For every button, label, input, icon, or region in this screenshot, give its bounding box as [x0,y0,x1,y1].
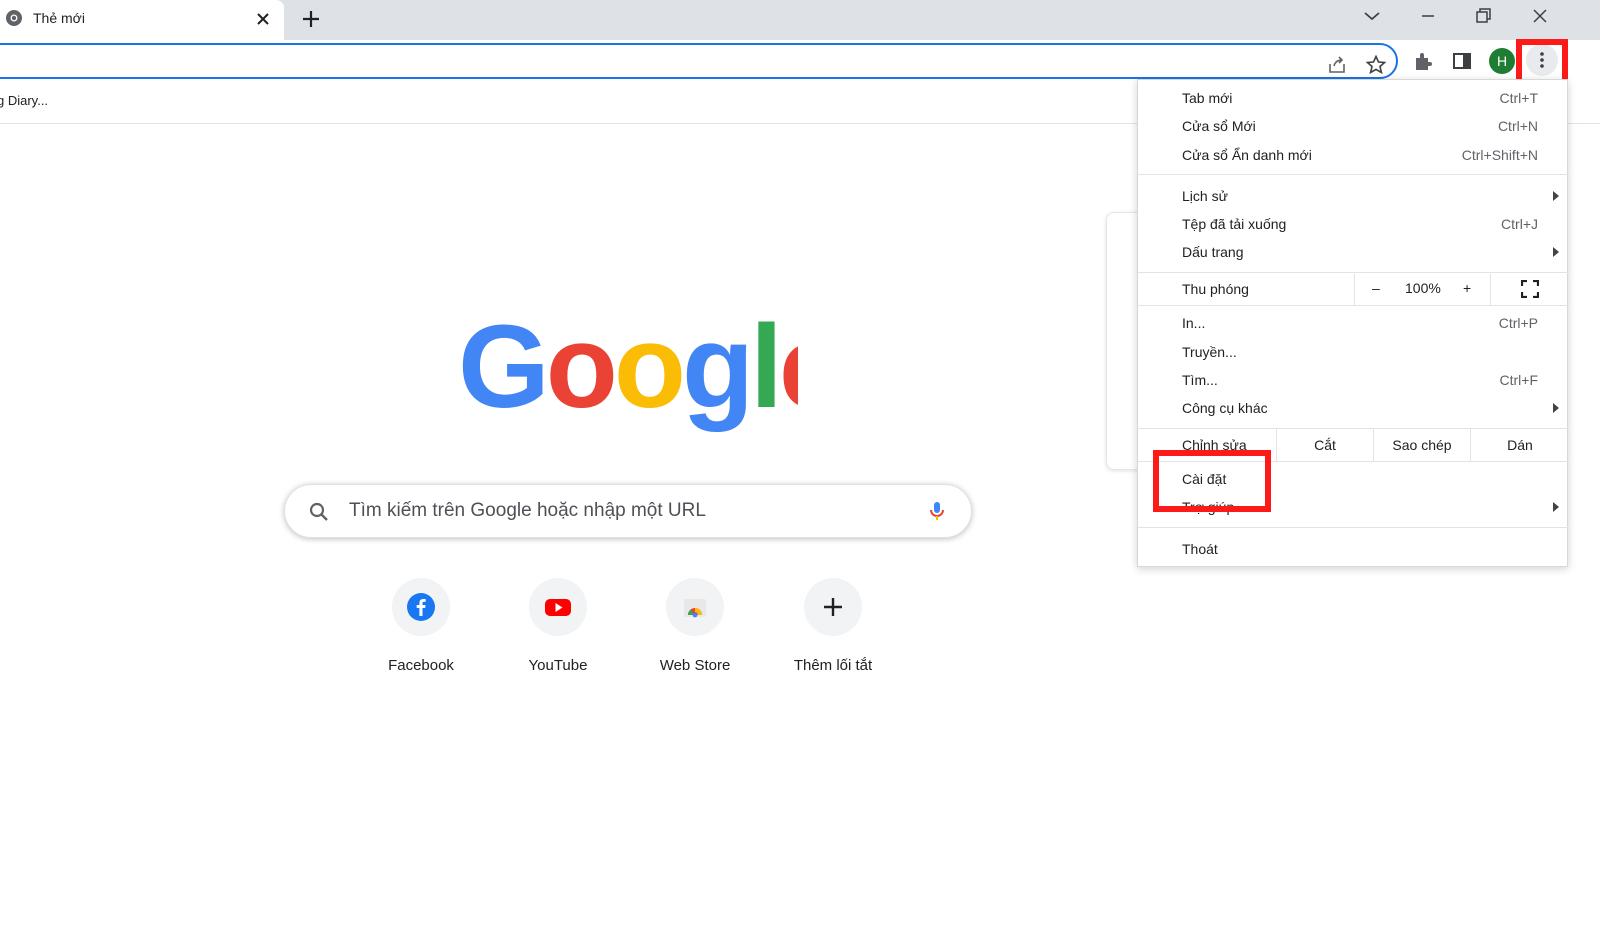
menu-item-downloads[interactable]: Tệp đã tải xuống Ctrl+J [1138,211,1569,239]
shortcut-label: YouTube [528,657,588,674]
shortcut-label: Web Store [659,657,731,674]
tab-strip: Thẻ mới [0,0,1600,40]
menu-item-shortcut: Ctrl+T [1499,90,1539,106]
menu-item-incognito[interactable]: Cửa sổ Ẩn danh mới Ctrl+Shift+N [1138,142,1569,170]
zoom-row: Thu phóng – 100% + [1138,274,1569,305]
menu-item-exit[interactable]: Thoát [1138,536,1569,564]
submenu-arrow-icon [1553,403,1559,413]
shortcut-label: Facebook [388,657,454,674]
restore-icon[interactable] [1467,4,1499,28]
submenu-arrow-icon [1553,502,1559,512]
shortcut-label: Thêm lối tắt [793,657,873,674]
search-placeholder: Tìm kiếm trên Google hoặc nhập một URL [349,500,706,521]
tab-title: Thẻ mới [33,10,85,26]
submenu-arrow-icon [1553,247,1559,257]
tab-new-tab[interactable]: Thẻ mới [0,0,284,40]
menu-item-shortcut: Ctrl+N [1497,118,1538,134]
youtube-icon [545,599,571,616]
facebook-icon [407,593,435,621]
shortcut-tile [529,578,587,636]
submenu-arrow-icon [1553,191,1559,201]
menu-item-label: In... [1182,315,1206,331]
menu-item-label: Lịch sử [1182,188,1228,204]
menu-item-label: Công cụ khác [1182,400,1268,416]
zoom-in-button[interactable]: + [1463,280,1471,296]
zoom-label: Thu phóng [1182,281,1249,297]
menu-item-label: Truyền... [1182,344,1237,360]
search-icon [309,502,328,521]
menu-divider [1138,527,1569,528]
plus-icon [824,598,842,616]
menu-item-bookmarks[interactable]: Dấu trang [1138,239,1569,267]
bookmark-item[interactable]: g Diary... [0,93,48,108]
web-store-icon [684,599,706,618]
shortcut-tile [392,578,450,636]
profile-avatar[interactable]: H [1489,48,1515,74]
shortcut-add[interactable]: Thêm lối tắt [777,578,889,688]
share-icon[interactable] [1326,54,1348,76]
menu-item-new-tab[interactable]: Tab mới Ctrl+T [1138,85,1569,113]
tab-search-icon[interactable] [1356,4,1388,28]
toolbar: H [0,40,1600,82]
minimize-icon[interactable] [1412,4,1444,28]
paste-button[interactable]: Dán [1470,429,1569,461]
settings-highlight [1153,450,1271,512]
close-tab-icon[interactable] [252,8,274,30]
shortcut-facebook[interactable]: Facebook [365,578,477,688]
menu-item-shortcut: Ctrl+F [1499,372,1539,388]
chrome-icon [6,10,22,26]
shortcut-tile [804,578,862,636]
google-logo: Google [458,310,798,433]
shortcut-web-store[interactable]: Web Store [639,578,751,688]
zoom-value: 100% [1405,280,1441,296]
copy-button[interactable]: Sao chép [1373,429,1470,461]
menu-item-label: Tab mới [1182,90,1233,106]
zoom-out-button[interactable]: – [1372,280,1380,296]
shortcut-tile [666,578,724,636]
menu-item-label: Dấu trang [1182,244,1244,260]
menu-divider [1138,174,1569,175]
address-bar[interactable] [0,43,1398,79]
fullscreen-button[interactable] [1490,274,1569,305]
extensions-icon[interactable] [1411,49,1435,73]
menu-item-label: Cửa sổ Mới [1182,118,1256,134]
search-box[interactable]: Tìm kiếm trên Google hoặc nhập một URL [284,484,972,538]
menu-divider [1138,305,1569,306]
menu-item-new-window[interactable]: Cửa sổ Mới Ctrl+N [1138,113,1569,141]
side-panel-icon[interactable] [1450,49,1474,73]
menu-item-print[interactable]: In... Ctrl+P [1138,310,1569,338]
menu-item-more-tools[interactable]: Công cụ khác [1138,395,1569,423]
svg-text:Google: Google [458,310,798,433]
menu-item-shortcut: Ctrl+J [1501,216,1538,232]
menu-item-label: Cửa sổ Ẩn danh mới [1182,147,1312,163]
menu-item-label: Tìm... [1182,372,1218,388]
menu-item-label: Thoát [1182,541,1218,557]
menu-divider [1138,272,1569,273]
menu-item-label: Tệp đã tải xuống [1182,216,1287,232]
bookmark-star-icon[interactable] [1365,54,1387,76]
menu-item-cast[interactable]: Truyền... [1138,339,1569,367]
menu-item-history[interactable]: Lịch sử [1138,183,1569,211]
fullscreen-icon [1521,280,1539,298]
microphone-icon[interactable] [925,499,949,523]
menu-item-shortcut: Ctrl+P [1498,315,1538,331]
shortcut-youtube[interactable]: YouTube [502,578,614,688]
menu-item-find[interactable]: Tìm... Ctrl+F [1138,367,1569,395]
new-tab-button[interactable] [298,6,324,32]
menu-item-shortcut: Ctrl+Shift+N [1461,147,1538,163]
zoom-controls: – 100% + [1354,274,1490,305]
cut-button[interactable]: Cắt [1276,429,1373,461]
close-window-icon[interactable] [1524,4,1556,28]
